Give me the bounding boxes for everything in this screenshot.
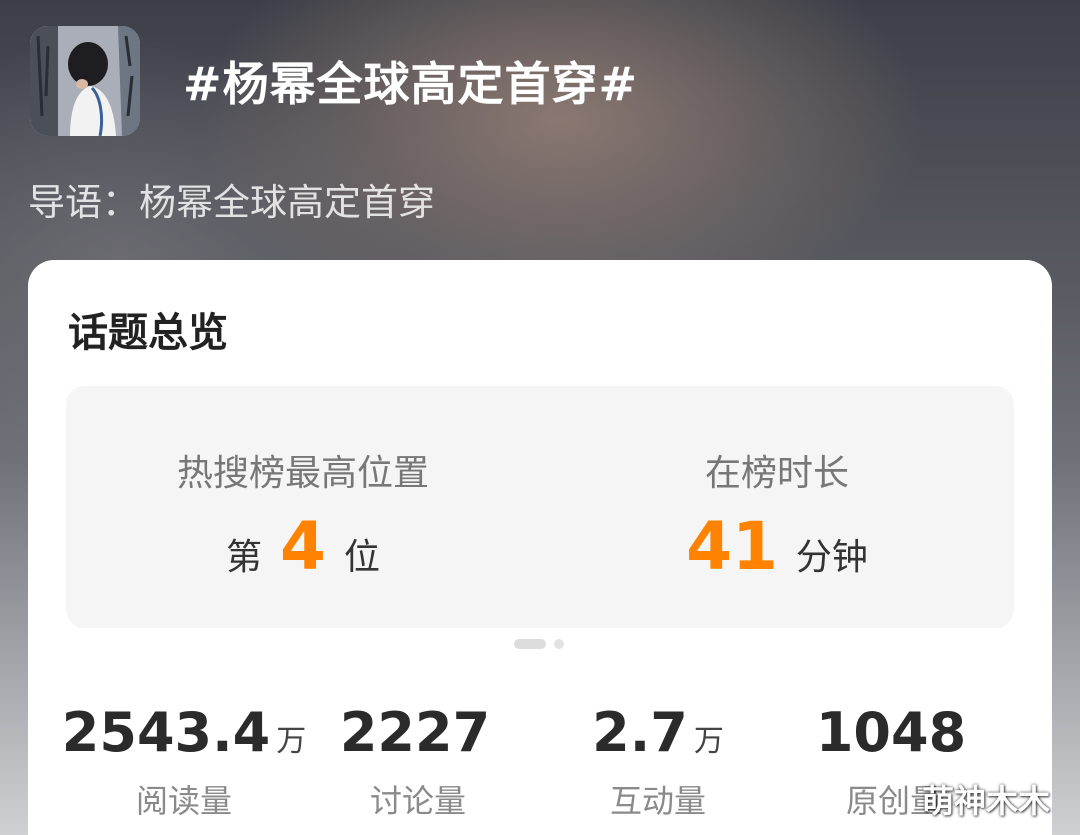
stat-reads: 2543.4 万 阅读量: [56, 706, 312, 822]
peak-rank-suffix: 位: [343, 537, 380, 578]
stat-value: 2543.4: [61, 701, 271, 764]
stat-value: 2227: [339, 701, 491, 764]
stat-label: 阅读量: [135, 782, 232, 820]
stat-label: 互动量: [609, 782, 706, 820]
pager-dots[interactable]: [514, 638, 564, 650]
stats-row: 2543.4 万 阅读量 2227 讨论量 2.7 万 互动量 1048 原创量: [28, 701, 1052, 821]
stat-value: 2.7: [592, 701, 688, 764]
topic-header: #杨幂全球高定首穿# 导语：杨幂全球高定首穿: [0, 0, 1080, 260]
duration-block: 在榜时长 41 分钟: [540, 386, 1014, 628]
topic-intro: 导语：杨幂全球高定首穿: [28, 181, 435, 224]
duration-value-row: 41 分钟: [540, 514, 1014, 580]
peak-rank-prefix: 第: [226, 537, 263, 578]
duration-unit: 分钟: [795, 537, 868, 578]
duration-number: 41: [686, 508, 778, 585]
rank-panel[interactable]: 热搜榜最高位置 第 4 位 在榜时长 41 分钟: [66, 386, 1014, 628]
avatar-photo: [30, 26, 140, 136]
stat-interactions: 2.7 万 互动量: [530, 706, 786, 822]
duration-label: 在榜时长: [704, 453, 849, 494]
peak-rank-number: 4: [280, 508, 326, 585]
peak-rank-label: 热搜榜最高位置: [176, 453, 429, 494]
stat-discussions: 2227 讨论量: [290, 706, 546, 822]
pager-dot[interactable]: [554, 639, 564, 649]
topic-avatar[interactable]: [30, 26, 140, 136]
pager-dot-active[interactable]: [514, 639, 546, 649]
overview-title: 话题总览: [68, 310, 228, 356]
overview-card: 话题总览 热搜榜最高位置 第 4 位 在榜时长 41 分钟 2543.4 万 阅…: [28, 260, 1052, 835]
topic-title: #杨幂全球高定首穿#: [183, 57, 639, 111]
peak-rank-block: 热搜榜最高位置 第 4 位: [66, 386, 540, 628]
stat-unit: 万: [693, 724, 724, 759]
peak-rank-value-row: 第 4 位: [66, 514, 540, 580]
stat-label: 讨论量: [369, 782, 466, 820]
stat-value: 1048: [815, 701, 967, 764]
watermark-text: 萌神木木: [922, 782, 1051, 820]
